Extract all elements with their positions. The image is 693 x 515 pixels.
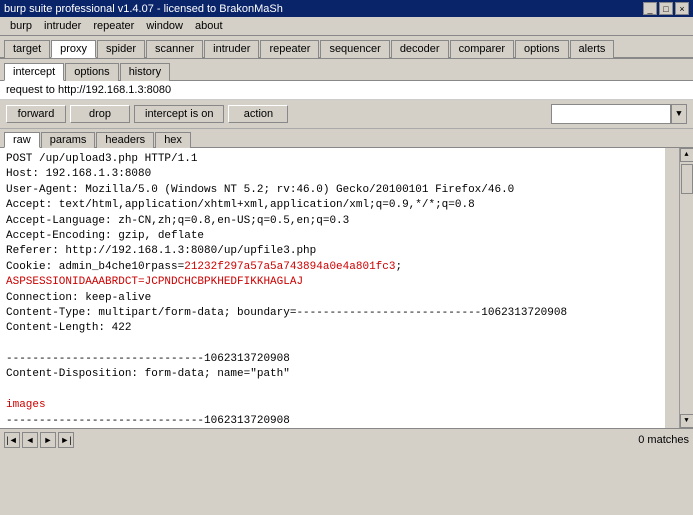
minimize-button[interactable]: _ xyxy=(643,2,657,15)
tab-decoder[interactable]: decoder xyxy=(391,40,449,58)
tab-comparer[interactable]: comparer xyxy=(450,40,514,58)
tab-proxy[interactable]: proxy xyxy=(51,40,96,58)
line-18: ------------------------------1062313720… xyxy=(6,414,659,428)
status-bar: |◄ ◄ ► ►| 0 matches xyxy=(0,428,693,450)
line-7: Referer: http://192.168.1.3:8080/up/upfi… xyxy=(6,244,659,259)
menu-window[interactable]: window xyxy=(140,19,189,33)
scroll-up-button[interactable]: ▲ xyxy=(680,148,693,162)
subtab-intercept[interactable]: intercept xyxy=(4,63,64,81)
intercept-toggle[interactable]: intercept is on xyxy=(134,105,224,123)
view-tabs: raw params headers hex xyxy=(0,129,693,148)
scroll-down-button[interactable]: ▼ xyxy=(680,414,693,428)
viewtab-hex[interactable]: hex xyxy=(155,132,191,148)
matches-label: 0 matches xyxy=(638,434,689,446)
subtab-history[interactable]: history xyxy=(120,63,170,81)
line-5: Accept-Language: zh-CN,zh;q=0.8,en-US;q=… xyxy=(6,214,659,229)
line-1: POST /up/upload3.php HTTP/1.1 xyxy=(6,152,659,167)
request-url: request to http://192.168.1.3:8080 xyxy=(6,84,171,96)
toolbar: forward drop intercept is on action ▼ xyxy=(0,100,693,129)
search-dropdown[interactable]: ▼ xyxy=(671,104,687,124)
line-13 xyxy=(6,337,659,352)
search-area: ▼ xyxy=(551,104,687,124)
maximize-button[interactable]: □ xyxy=(659,2,673,15)
line-14: ------------------------------1062313720… xyxy=(6,352,659,367)
nav-last-button[interactable]: ►| xyxy=(58,432,74,448)
request-content: POST /up/upload3.php HTTP/1.1 Host: 192.… xyxy=(0,148,679,428)
search-input[interactable] xyxy=(551,104,671,124)
tab-options[interactable]: options xyxy=(515,40,568,58)
line-8: Cookie: admin_b4che10rpass=21232f297a57a… xyxy=(6,260,659,275)
title-bar: burp suite professional v1.4.07 - licens… xyxy=(0,0,693,17)
line-17: images xyxy=(6,398,659,413)
action-button[interactable]: action xyxy=(228,105,288,123)
tab-spider[interactable]: spider xyxy=(97,40,145,58)
line-10: Connection: keep-alive xyxy=(6,291,659,306)
close-button[interactable]: × xyxy=(675,2,689,15)
main-tabs: target proxy spider scanner intruder rep… xyxy=(0,36,693,59)
tab-intruder[interactable]: intruder xyxy=(204,40,259,58)
nav-prev-button[interactable]: ◄ xyxy=(22,432,38,448)
request-bar: request to http://192.168.1.3:8080 xyxy=(0,81,693,100)
subtab-options[interactable]: options xyxy=(65,63,118,81)
line-2: Host: 192.168.1.3:8080 xyxy=(6,167,659,182)
line-12: Content-Length: 422 xyxy=(6,321,659,336)
drop-button[interactable]: drop xyxy=(70,105,130,123)
line-6: Accept-Encoding: gzip, deflate xyxy=(6,229,659,244)
viewtab-params[interactable]: params xyxy=(41,132,96,148)
tab-scanner[interactable]: scanner xyxy=(146,40,203,58)
tab-target[interactable]: target xyxy=(4,40,50,58)
viewtab-raw[interactable]: raw xyxy=(4,132,40,148)
menu-bar: burp intruder repeater window about xyxy=(0,17,693,36)
line-16 xyxy=(6,383,659,398)
tab-sequencer[interactable]: sequencer xyxy=(320,40,389,58)
content-outer: POST /up/upload3.php HTTP/1.1 Host: 192.… xyxy=(0,148,693,428)
cookie-value: 21232f297a57a5a743894a0e4a801fc3 xyxy=(184,261,395,273)
scroll-thumb[interactable] xyxy=(681,164,693,194)
nav-first-button[interactable]: |◄ xyxy=(4,432,20,448)
forward-button[interactable]: forward xyxy=(6,105,66,123)
title-text: burp suite professional v1.4.07 - licens… xyxy=(4,3,283,15)
line-3: User-Agent: Mozilla/5.0 (Windows NT 5.2;… xyxy=(6,183,659,198)
menu-intruder[interactable]: intruder xyxy=(38,19,87,33)
line-15: Content-Disposition: form-data; name="pa… xyxy=(6,367,659,382)
line-11: Content-Type: multipart/form-data; bound… xyxy=(6,306,659,321)
menu-burp[interactable]: burp xyxy=(4,19,38,33)
menu-repeater[interactable]: repeater xyxy=(87,19,140,33)
window-controls[interactable]: _ □ × xyxy=(643,2,689,15)
line-9: ASPSESSIONIDAAABRDCT=JCPNDCHCBPKHEDFIKKH… xyxy=(6,275,659,290)
menu-about[interactable]: about xyxy=(189,19,229,33)
tab-repeater[interactable]: repeater xyxy=(260,40,319,58)
viewtab-headers[interactable]: headers xyxy=(96,132,154,148)
scrollbar[interactable]: ▲ ▼ xyxy=(679,148,693,428)
tab-alerts[interactable]: alerts xyxy=(570,40,615,58)
nav-next-button[interactable]: ► xyxy=(40,432,56,448)
line-4: Accept: text/html,application/xhtml+xml,… xyxy=(6,198,659,213)
sub-tabs: intercept options history xyxy=(0,59,693,81)
